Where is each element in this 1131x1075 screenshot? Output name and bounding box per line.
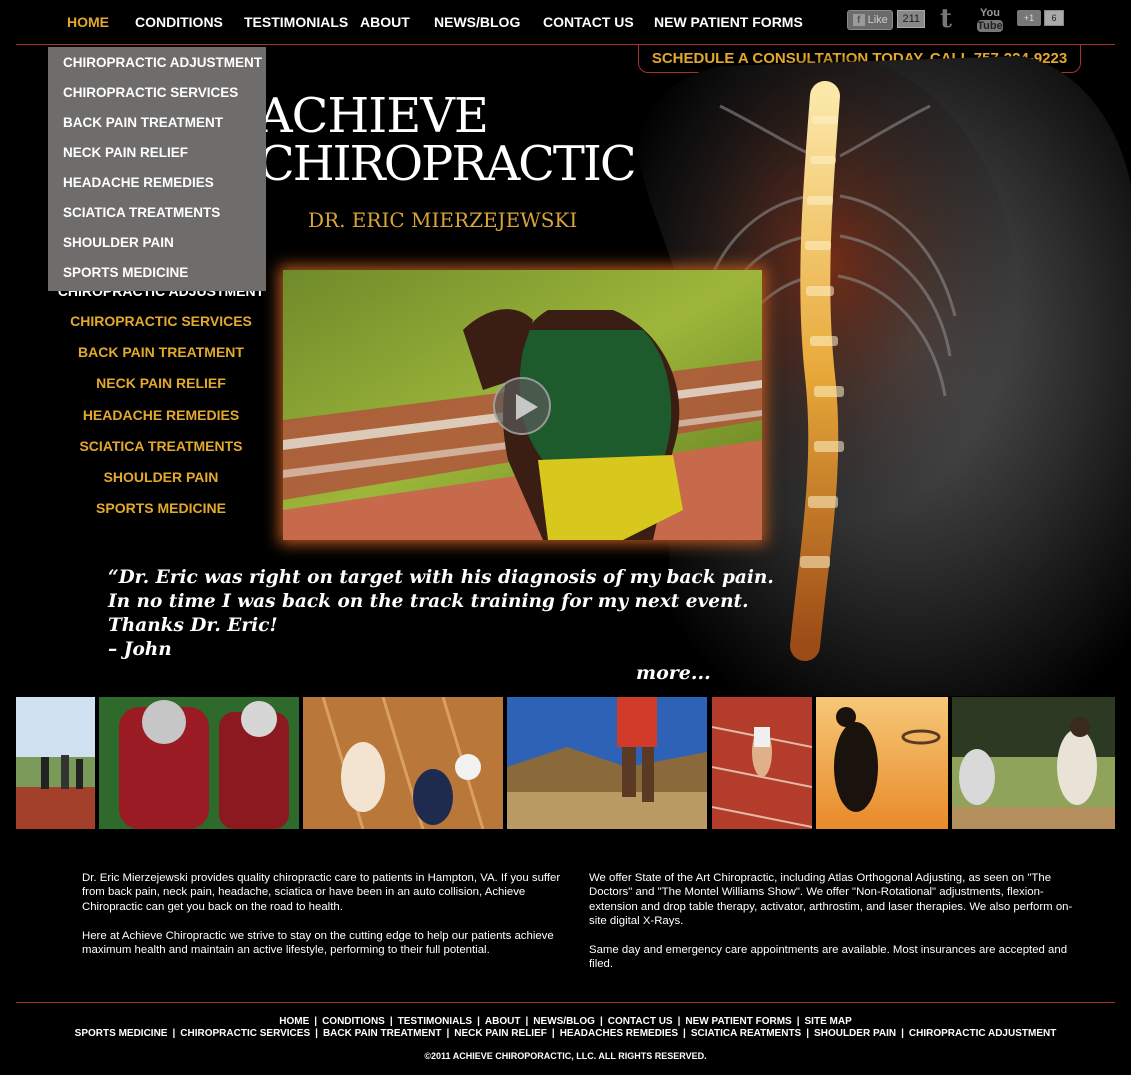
dropdown-item[interactable]: CHIROPRACTIC ADJUSTMENT (48, 53, 266, 83)
side-menu-item[interactable]: SHOULDER PAIN (48, 462, 274, 493)
footer-separator: | (172, 1028, 176, 1039)
testimonial-author: – John (108, 639, 172, 660)
dropdown-item[interactable]: SPORTS MEDICINE (48, 263, 266, 293)
video-play-button[interactable] (493, 377, 551, 435)
about-right-column: We offer State of the Art Chiropractic, … (589, 871, 1079, 986)
footer-link[interactable]: SCIATICA REATMENTS (691, 1028, 801, 1039)
footer-link[interactable]: NECK PAIN RELIEF (454, 1028, 547, 1039)
dropdown-item[interactable]: SHOULDER PAIN (48, 233, 266, 263)
side-menu: CHIROPRACTIC ADJUSTMENT CHIROPRACTIC SER… (48, 284, 274, 524)
photo-basketball-dunk-sunset (816, 697, 948, 829)
video-player[interactable] (283, 270, 762, 540)
side-menu-item[interactable]: CHIROPRACTIC SERVICES (48, 306, 274, 337)
facebook-like-widget[interactable]: f Like 211 (847, 10, 925, 34)
facebook-like-count: 211 (897, 10, 925, 28)
copyright-text: ©2011 ACHIEVE CHIROPORACTIC, LLC. ALL RI… (424, 1051, 707, 1061)
side-menu-item[interactable]: HEADACHE REMEDIES (48, 400, 274, 431)
nav-about[interactable]: ABOUT (360, 14, 410, 30)
footer-link[interactable]: ABOUT (485, 1016, 521, 1027)
side-menu-item[interactable]: BACK PAIN TREATMENT (48, 337, 274, 368)
footer-link[interactable]: CHIROPRACTIC SERVICES (180, 1028, 310, 1039)
footer-separator: | (901, 1028, 904, 1039)
conditions-dropdown-menu: CHIROPRACTIC ADJUSTMENT CHIROPRACTIC SER… (48, 47, 266, 291)
footer-link[interactable]: TESTIMONIALS (398, 1016, 472, 1027)
google-plus-count: 6 (1044, 10, 1064, 26)
testimonial-line: “Dr. Eric was right on target with his d… (108, 567, 774, 588)
facebook-like-button[interactable]: f Like (847, 10, 894, 30)
footer-divider (16, 1002, 1115, 1003)
nav-home[interactable]: HOME (67, 14, 109, 30)
footer-separator: | (551, 1028, 555, 1039)
about-paragraph: Dr. Eric Mierzejewski provides quality c… (82, 872, 561, 913)
footer-link[interactable]: SITE MAP (805, 1016, 852, 1027)
footer-nav-primary: HOME | CONDITIONS | TESTIMONIALS | ABOUT | NEWS/… (0, 1016, 1131, 1027)
testimonial-line: In no time I was back on the track train… (108, 591, 749, 612)
footer-nav-conditions: SPORTS MEDICINE | CHIROPRACTIC SERVICES | BA… (0, 1028, 1131, 1039)
youtube-you-label: You (980, 7, 1000, 19)
side-menu-item[interactable]: SCIATICA TREATMENTS (48, 431, 274, 462)
footer-separator: | (315, 1028, 318, 1039)
testimonial-more-link[interactable]: more... (636, 662, 711, 684)
footer-separator: | (314, 1016, 318, 1027)
dropdown-item[interactable]: CHIROPRACTIC SERVICES (48, 83, 266, 113)
footer-separator: | (525, 1016, 529, 1027)
top-nav: HOME CONDITIONS TESTIMONIALS ABOUT NEWS/… (0, 0, 1131, 44)
side-menu-item[interactable]: NECK PAIN RELIEF (48, 368, 274, 399)
testimonial-quote: “Dr. Eric was right on target with his d… (108, 566, 774, 662)
nav-news-blog[interactable]: NEWS/BLOG (434, 14, 520, 30)
footer-separator: | (796, 1016, 800, 1027)
sports-photo-strip (16, 697, 1115, 829)
footer-separator: | (806, 1028, 810, 1039)
footer-separator: | (446, 1028, 450, 1039)
footer-link[interactable]: CONDITIONS (322, 1016, 385, 1027)
about-left-column: Dr. Eric Mierzejewski provides quality c… (82, 871, 572, 972)
footer-link[interactable]: HEADACHES REMEDIES (560, 1028, 678, 1039)
photo-runner-desert (507, 697, 707, 829)
footer-separator: | (477, 1016, 480, 1027)
footer-link[interactable]: CONTACT US (608, 1016, 673, 1027)
photo-volleyball-players (303, 697, 503, 829)
footer-separator: | (389, 1016, 393, 1027)
footer-link[interactable]: SHOULDER PAIN (814, 1028, 896, 1039)
logo-title-line2: CHIROPRACTIC (258, 136, 637, 192)
photo-baseball-batter (952, 697, 1115, 829)
testimonial-line: Thanks Dr. Eric! (108, 615, 278, 636)
nav-conditions[interactable]: CONDITIONS (135, 14, 223, 30)
footer-link[interactable]: HOME (279, 1016, 309, 1027)
footer-link[interactable]: CHIROPRACTIC ADJUSTMENT (909, 1028, 1056, 1039)
about-paragraph: We offer State of the Art Chiropractic, … (589, 872, 1073, 928)
dropdown-item[interactable]: NECK PAIN RELIEF (48, 143, 266, 173)
twitter-icon[interactable]: t (940, 6, 962, 32)
google-plus-widget[interactable]: +1 6 (1017, 10, 1067, 34)
google-plus-button[interactable]: +1 (1017, 10, 1041, 26)
footer-separator: | (683, 1028, 686, 1039)
photo-football-players (99, 697, 299, 829)
footer-separator: | (677, 1016, 681, 1027)
footer-link[interactable]: NEW PATIENT FORMS (685, 1016, 791, 1027)
nav-contact-us[interactable]: CONTACT US (543, 14, 634, 30)
youtube-icon[interactable]: You Tube (977, 8, 1003, 34)
nav-new-patient-forms[interactable]: NEW PATIENT FORMS (654, 14, 803, 30)
footer-separator: | (599, 1016, 603, 1027)
dropdown-item[interactable]: HEADACHE REMEDIES (48, 173, 266, 203)
footer-link[interactable]: BACK PAIN TREATMENT (323, 1028, 442, 1039)
footer-link[interactable]: NEWS/BLOG (533, 1016, 595, 1027)
about-paragraph: Here at Achieve Chiropractic we strive t… (82, 929, 554, 957)
footer-link[interactable]: SPORTS MEDICINE (75, 1028, 168, 1039)
logo-doctor-name: DR. ERIC MIERZEJEWSKI (308, 208, 578, 232)
nav-testimonials[interactable]: TESTIMONIALS (244, 14, 348, 30)
dropdown-item[interactable]: BACK PAIN TREATMENT (48, 113, 266, 143)
facebook-icon: f (852, 14, 865, 26)
side-menu-item[interactable]: SPORTS MEDICINE (48, 493, 274, 524)
youtube-tube-label: Tube (977, 20, 1003, 32)
dropdown-item[interactable]: SCIATICA TREATMENTS (48, 203, 266, 233)
about-paragraph: Same day and emergency care appointments… (589, 944, 1068, 971)
photo-track-sprinters (16, 697, 95, 829)
facebook-like-label: Like (867, 14, 888, 26)
photo-sprinter-woman (712, 697, 812, 829)
